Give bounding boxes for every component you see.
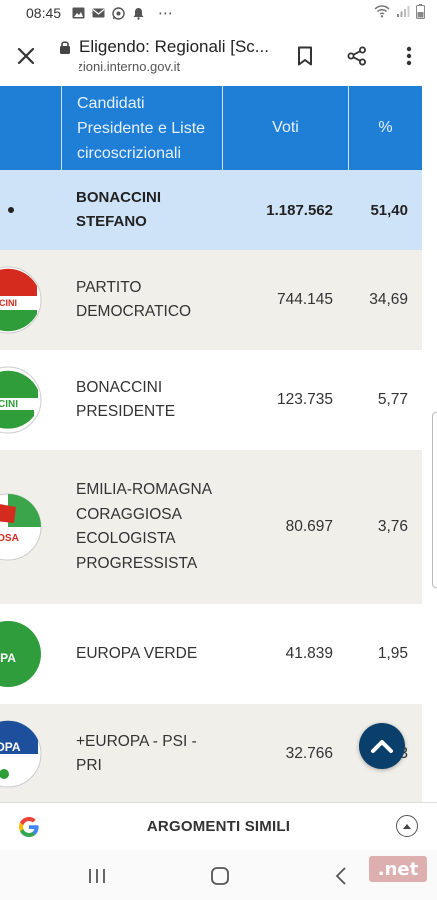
list-votes: 41.839 <box>285 645 333 662</box>
candidate-percent: 51,40 <box>370 201 408 219</box>
europa-verde-logo-icon: PA <box>0 621 41 687</box>
chevron-up-icon <box>371 740 393 753</box>
table-row[interactable]: CINI BONACCINI PRESIDENTE 123.735 5,77 <box>0 350 422 450</box>
total-row-marker <box>0 170 61 250</box>
bonaccini-presidente-logo-icon: CINI <box>0 366 42 434</box>
page-url: elezioni.interno.gov.it <box>79 59 181 74</box>
list-percent: 5,77 <box>377 391 408 408</box>
list-votes: 80.697 <box>285 518 333 535</box>
table-header-row: Candidati Presidente e Liste circoscrizi… <box>0 86 422 170</box>
list-percent: 34,69 <box>369 291 408 308</box>
party-logo-cell: OPA <box>0 704 61 802</box>
list-percent: 1,95 <box>377 645 408 662</box>
page-content[interactable]: Candidati Presidente e Liste circoscrizi… <box>0 86 437 802</box>
list-name: EUROPA VERDE <box>76 644 198 662</box>
custom-tab-toolbar: Eligendo: Regionali [Sc... elezioni.inte… <box>0 26 437 86</box>
list-name: BONACCINI PRESIDENTE <box>76 378 176 421</box>
list-votes: 744.145 <box>276 291 333 308</box>
party-logo-cell: OSA <box>0 450 61 604</box>
party-logo-cell: PA <box>0 604 61 704</box>
partito-democratico-logo-icon: CINI <box>0 266 42 334</box>
mail-icon <box>92 7 105 19</box>
lock-icon <box>59 40 71 54</box>
table-row[interactable]: OPA +EUROPA - PSI - PRI 32.766 1,53 <box>0 704 422 802</box>
header-votes[interactable]: Voti <box>223 86 349 170</box>
list-votes: 123.735 <box>276 391 333 408</box>
candidate-name: BONACCINI STEFANO <box>76 189 161 230</box>
status-bar: 08:45 ⋯ <box>0 0 437 26</box>
notification-icon <box>132 7 145 20</box>
list-name: +EUROPA - PSI - PRI <box>76 732 197 775</box>
piu-europa-logo-icon: OPA <box>0 720 42 788</box>
side-panel-handle[interactable] <box>432 412 437 588</box>
status-time: 08:45 <box>26 5 62 21</box>
watermark: .net <box>369 856 427 882</box>
url-block[interactable]: Eligendo: Regionali [Sc... elezioni.inte… <box>79 37 291 75</box>
battery-icon <box>416 4 425 22</box>
list-name: PARTITO DEMOCRATICO <box>76 278 192 321</box>
more-options-icon[interactable] <box>397 44 421 68</box>
candidate-votes: 1.187.562 <box>266 201 333 219</box>
related-topics-label[interactable]: ARGOMENTI SIMILI <box>0 818 437 835</box>
expand-up-icon[interactable] <box>396 815 418 837</box>
table-row[interactable]: OSA EMILIA-ROMAGNA CORAGGIOSA ECOLOGISTA… <box>0 450 422 604</box>
scroll-to-top-button[interactable] <box>359 723 405 769</box>
more-notifications-icon: ⋯ <box>158 5 174 22</box>
table-row[interactable]: CINI PARTITO DEMOCRATICO 744.145 34,69 <box>0 250 422 350</box>
svg-text:CINI: CINI <box>0 399 18 410</box>
related-topics-bar[interactable]: ARGOMENTI SIMILI <box>0 802 437 850</box>
svg-text:PA: PA <box>0 651 16 665</box>
list-percent: 3,76 <box>377 518 408 535</box>
page-title: Eligendo: Regionali [Sc... <box>79 37 269 56</box>
whatsapp-icon <box>112 7 125 20</box>
wifi-icon <box>374 5 390 21</box>
svg-text:OPA: OPA <box>0 740 21 754</box>
bookmark-icon[interactable] <box>293 44 317 68</box>
header-candidates[interactable]: Candidati Presidente e Liste circoscrizi… <box>61 86 223 170</box>
recent-apps-icon[interactable] <box>88 865 106 887</box>
back-icon[interactable] <box>335 865 347 887</box>
close-icon[interactable] <box>15 45 37 67</box>
gallery-icon <box>72 7 85 19</box>
svg-text:OSA: OSA <box>0 533 19 544</box>
list-name: EMILIA-ROMAGNA CORAGGIOSA ECOLOGISTA PRO… <box>76 481 212 572</box>
candidate-total-row[interactable]: BONACCINI STEFANO 1.187.562 51,40 <box>0 170 422 250</box>
home-icon[interactable] <box>210 865 230 887</box>
header-logo-column <box>0 86 61 170</box>
party-logo-cell: CINI <box>0 250 61 350</box>
share-icon[interactable] <box>345 44 369 68</box>
signal-icon <box>396 5 410 21</box>
results-table: Candidati Presidente e Liste circoscrizi… <box>0 86 422 802</box>
list-votes: 32.766 <box>285 745 333 762</box>
table-row[interactable]: PA EUROPA VERDE 41.839 1,95 <box>0 604 422 704</box>
emilia-romagna-coraggiosa-logo-icon: OSA <box>0 493 42 561</box>
party-logo-cell: CINI <box>0 350 61 450</box>
header-percent[interactable]: % <box>349 86 422 170</box>
svg-text:CINI: CINI <box>0 298 17 308</box>
